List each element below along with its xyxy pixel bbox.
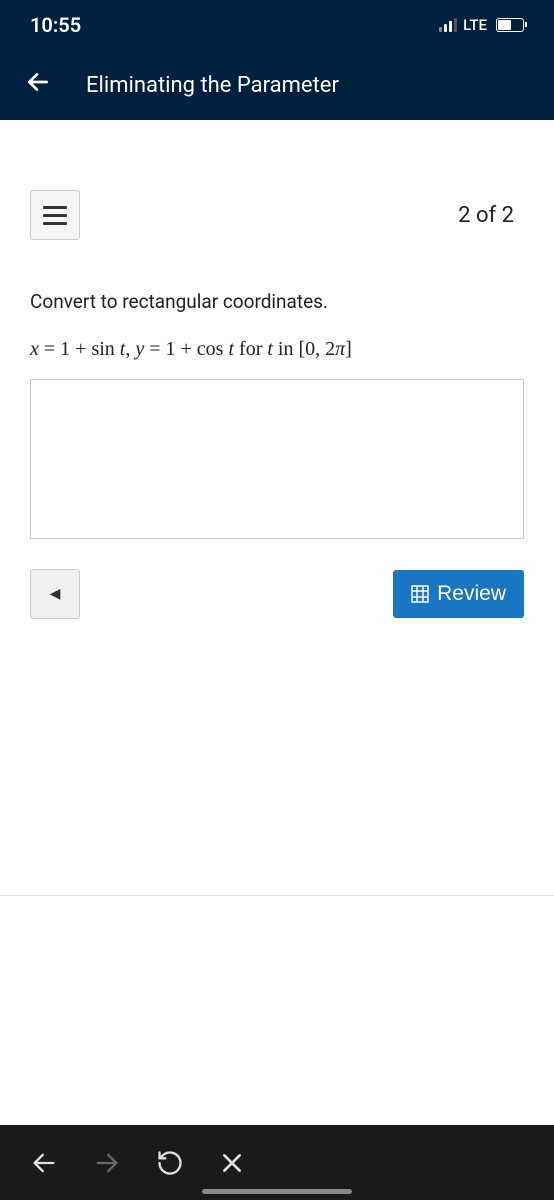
question-area: Convert to rectangular coordinates. x = …	[0, 260, 554, 371]
review-label: Review	[437, 582, 506, 606]
page-counter: 2 of 2	[458, 203, 514, 228]
back-button[interactable]	[20, 64, 56, 107]
home-indicator[interactable]	[202, 1189, 352, 1194]
review-button[interactable]: Review	[393, 570, 524, 618]
browser-back-button[interactable]	[30, 1149, 58, 1177]
question-prompt: Convert to rectangular coordinates.	[30, 290, 524, 313]
refresh-button[interactable]	[156, 1149, 184, 1177]
menu-button[interactable]	[30, 190, 80, 240]
divider	[0, 895, 554, 896]
status-icons: LTE	[439, 16, 524, 34]
page-title: Eliminating the Parameter	[86, 73, 339, 98]
network-label: LTE	[463, 16, 487, 34]
prev-button[interactable]: ◀	[30, 569, 80, 619]
battery-icon	[496, 18, 524, 32]
content-toolbar: 2 of 2	[0, 170, 554, 260]
signal-icon	[439, 18, 457, 32]
equation-display: x = 1 + sin t, y = 1 + cos t for t in [0…	[30, 338, 524, 361]
answer-input[interactable]	[30, 379, 524, 539]
close-button[interactable]	[219, 1150, 245, 1176]
spacer	[0, 120, 554, 170]
app-header: Eliminating the Parameter	[0, 50, 554, 120]
nav-controls: ◀ Review	[0, 569, 554, 619]
time-display: 10:55	[30, 13, 81, 37]
browser-toolbar	[0, 1125, 554, 1200]
grid-icon	[411, 585, 429, 603]
status-bar: 10:55 LTE	[0, 0, 554, 50]
browser-forward-button[interactable]	[93, 1149, 121, 1177]
